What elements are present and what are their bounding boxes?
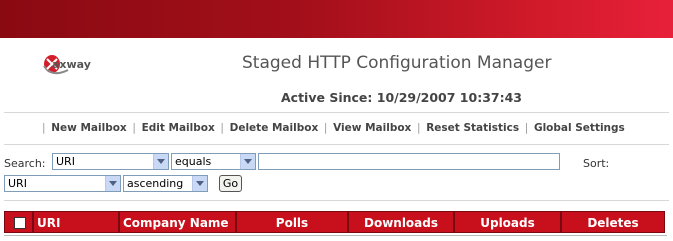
- search-field-value: URI: [56, 155, 75, 168]
- divider: [4, 200, 669, 201]
- divider: [4, 144, 669, 145]
- sort-order-value: ascending: [127, 177, 184, 190]
- search-label: Search:: [4, 157, 46, 170]
- chevron-down-icon[interactable]: [105, 176, 120, 191]
- nav-reset-statistics[interactable]: Reset Statistics: [426, 122, 519, 134]
- column-uploads[interactable]: Uploads: [454, 211, 561, 233]
- column-downloads[interactable]: Downloads: [348, 211, 454, 233]
- go-button[interactable]: Go: [219, 175, 242, 192]
- column-uri[interactable]: URI: [33, 211, 119, 233]
- chevron-down-icon[interactable]: [192, 176, 207, 191]
- nav-separator: |: [417, 122, 421, 134]
- nav-menu: | New Mailbox | Edit Mailbox | Delete Ma…: [40, 122, 625, 134]
- nav-separator: |: [220, 122, 224, 134]
- sort-order-select[interactable]: ascending: [123, 175, 208, 192]
- sort-field-value: URI: [8, 177, 27, 190]
- search-operator-value: equals: [175, 155, 212, 168]
- nav-separator: |: [132, 122, 136, 134]
- select-all-checkbox[interactable]: [14, 217, 26, 229]
- top-banner: [0, 0, 673, 38]
- logo-text: axway: [52, 58, 91, 71]
- nav-separator: |: [323, 122, 328, 134]
- table-row: [4, 235, 667, 241]
- chevron-down-icon[interactable]: [240, 154, 255, 169]
- column-polls[interactable]: Polls: [236, 211, 348, 233]
- search-input[interactable]: [258, 153, 560, 170]
- nav-edit-mailbox[interactable]: Edit Mailbox: [142, 122, 215, 134]
- nav-separator: |: [42, 122, 46, 134]
- nav-view-mailbox[interactable]: View Mailbox: [333, 122, 411, 134]
- page-title: Staged HTTP Configuration Manager: [242, 53, 552, 73]
- nav-global-settings[interactable]: Global Settings: [534, 122, 625, 134]
- nav-new-mailbox[interactable]: New Mailbox: [51, 122, 127, 134]
- sort-field-select[interactable]: URI: [4, 175, 121, 192]
- active-since: Active Since: 10/29/2007 10:37:43: [281, 90, 522, 105]
- nav-separator: |: [524, 122, 529, 134]
- nav-delete-mailbox[interactable]: Delete Mailbox: [230, 122, 319, 134]
- table-header: URI Company Name Polls Downloads Uploads…: [4, 211, 667, 235]
- search-operator-select[interactable]: equals: [171, 153, 256, 170]
- column-deletes[interactable]: Deletes: [561, 211, 665, 233]
- column-company-name[interactable]: Company Name: [119, 211, 236, 233]
- search-field-select[interactable]: URI: [52, 153, 169, 170]
- divider: [4, 112, 669, 113]
- select-all-column: [4, 211, 33, 233]
- chevron-down-icon[interactable]: [153, 154, 168, 169]
- sort-label: Sort:: [583, 157, 610, 170]
